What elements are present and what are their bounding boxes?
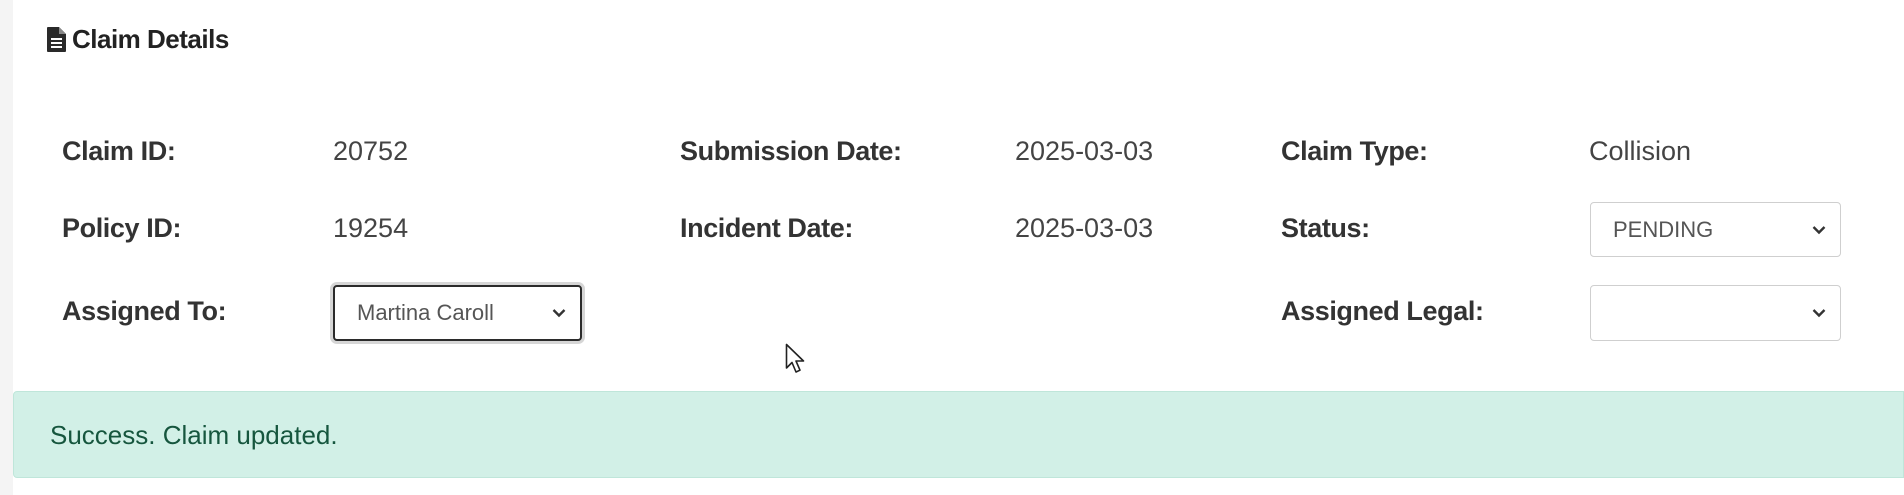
assigned-legal-label: Assigned Legal: — [1281, 296, 1484, 326]
assigned-to-label: Assigned To: — [62, 296, 227, 326]
incident-date-value: 2025-03-03 — [1015, 213, 1154, 243]
chevron-down-icon — [1812, 309, 1826, 318]
chevron-down-icon — [552, 309, 566, 318]
assigned-to-selected-value: Martina Caroll — [357, 300, 494, 325]
status-select[interactable]: PENDING — [1590, 202, 1841, 257]
chevron-down-icon — [1812, 225, 1826, 234]
status-label: Status: — [1281, 213, 1370, 243]
assigned-legal-select[interactable] — [1590, 285, 1841, 341]
submission-date-label: Submission Date: — [680, 136, 902, 166]
claim-details-header: Claim Details — [47, 24, 229, 55]
mouse-pointer-icon — [785, 343, 805, 373]
success-alert-message: Success. Claim updated. — [50, 420, 338, 450]
claim-type-label: Claim Type: — [1281, 136, 1428, 166]
success-alert: Success. Claim updated. — [13, 391, 1904, 478]
policy-id-value: 19254 — [333, 213, 409, 243]
claim-details-card: Claim Details Claim ID: 20752 Policy ID:… — [13, 0, 1904, 495]
incident-date-label: Incident Date: — [680, 213, 853, 243]
submission-date-value: 2025-03-03 — [1015, 136, 1154, 166]
policy-id-label: Policy ID: — [62, 213, 182, 243]
status-selected-value: PENDING — [1613, 216, 1714, 242]
file-document-icon — [47, 27, 66, 52]
claim-id-label: Claim ID: — [62, 136, 176, 166]
claim-type-value: Collision — [1589, 136, 1692, 166]
claim-id-value: 20752 — [333, 136, 409, 166]
page-title: Claim Details — [72, 24, 229, 54]
assigned-to-select[interactable]: Martina Caroll — [333, 285, 582, 341]
